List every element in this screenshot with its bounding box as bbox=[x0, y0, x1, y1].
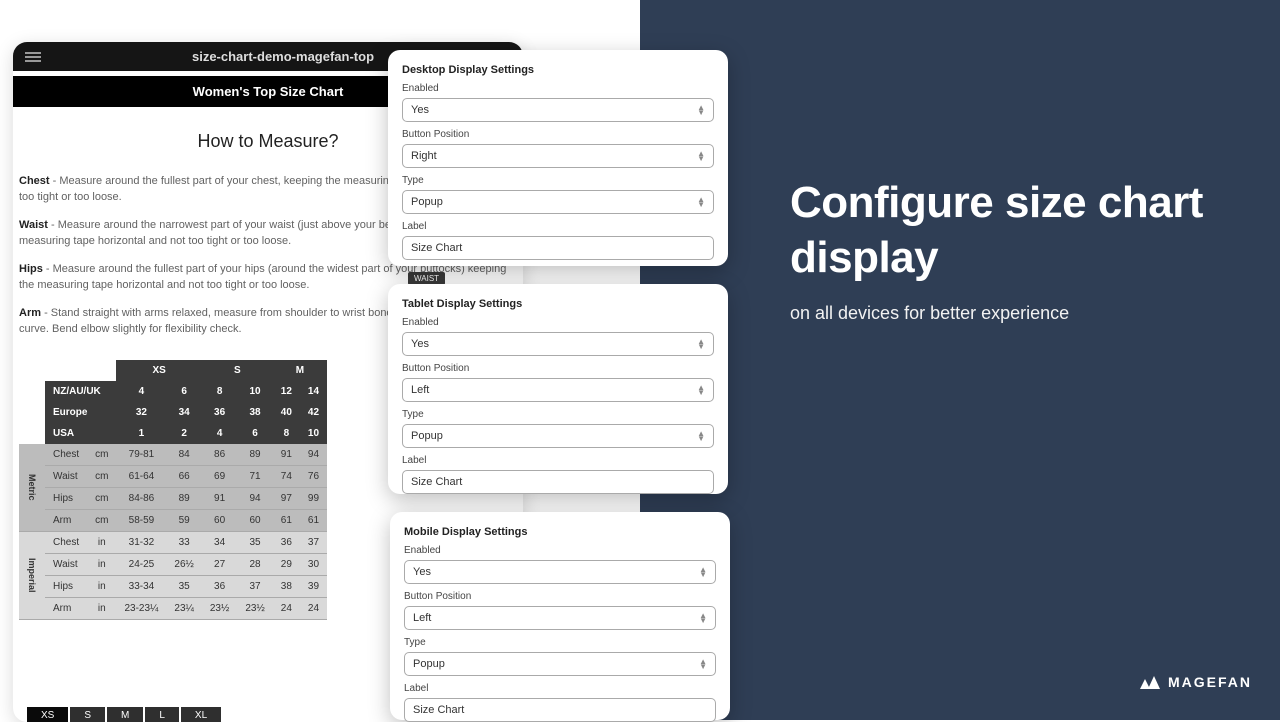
size-chart-table: XS S M NZ/AU/UK468101214 Europe323436384… bbox=[19, 360, 327, 620]
table-row: Hipscm84-868991949799 bbox=[19, 487, 327, 509]
type-select[interactable]: Popup▲▼ bbox=[402, 424, 714, 448]
chevron-updown-icon: ▲▼ bbox=[697, 385, 705, 395]
label-label: Label bbox=[402, 455, 714, 466]
hamburger-icon[interactable] bbox=[25, 52, 41, 62]
enabled-select[interactable]: Yes▲▼ bbox=[402, 98, 714, 122]
tablet-display-settings-panel: Tablet Display Settings Enabled Yes▲▼ Bu… bbox=[388, 284, 728, 494]
enabled-select[interactable]: Yes▲▼ bbox=[404, 560, 716, 584]
type-label: Type bbox=[402, 175, 714, 186]
button-position-select[interactable]: Left▲▼ bbox=[404, 606, 716, 630]
label-input[interactable]: Size Chart bbox=[404, 698, 716, 722]
type-label: Type bbox=[404, 637, 716, 648]
mobile-display-settings-panel: Mobile Display Settings Enabled Yes▲▼ Bu… bbox=[390, 512, 730, 720]
table-row: Europe323436384042 bbox=[19, 402, 327, 423]
enabled-label: Enabled bbox=[402, 317, 714, 328]
table-row: NZ/AU/UK468101214 bbox=[19, 381, 327, 402]
chevron-updown-icon: ▲▼ bbox=[697, 105, 705, 115]
button-position-label: Button Position bbox=[402, 129, 714, 140]
brand-name: MAGEFAN bbox=[1168, 674, 1252, 690]
promo-headline: Configure size chart display bbox=[790, 175, 1220, 285]
chevron-updown-icon: ▲▼ bbox=[697, 197, 705, 207]
type-select[interactable]: Popup▲▼ bbox=[402, 190, 714, 214]
chevron-updown-icon: ▲▼ bbox=[699, 613, 707, 623]
label-input[interactable]: Size Chart bbox=[402, 236, 714, 260]
button-position-label: Button Position bbox=[404, 591, 716, 602]
table-row: Waistin24-2526½27282930 bbox=[19, 553, 327, 575]
brand-logo: MAGEFAN bbox=[1140, 674, 1252, 690]
table-row: Hipsin33-343536373839 bbox=[19, 575, 327, 597]
enabled-select[interactable]: Yes▲▼ bbox=[402, 332, 714, 356]
promo-subline: on all devices for better experience bbox=[790, 303, 1220, 324]
enabled-label: Enabled bbox=[404, 545, 716, 556]
label-input[interactable]: Size Chart bbox=[402, 470, 714, 494]
chevron-updown-icon: ▲▼ bbox=[697, 431, 705, 441]
chevron-updown-icon: ▲▼ bbox=[699, 659, 707, 669]
promo-block: Configure size chart display on all devi… bbox=[790, 175, 1220, 324]
type-select[interactable]: Popup▲▼ bbox=[404, 652, 716, 676]
panel-title: Desktop Display Settings bbox=[402, 64, 714, 76]
desktop-display-settings-panel: Desktop Display Settings Enabled Yes▲▼ B… bbox=[388, 50, 728, 266]
chevron-updown-icon: ▲▼ bbox=[697, 339, 705, 349]
chevron-updown-icon: ▲▼ bbox=[699, 567, 707, 577]
button-position-select[interactable]: Left▲▼ bbox=[402, 378, 714, 402]
panel-title: Mobile Display Settings bbox=[404, 526, 716, 538]
button-position-select[interactable]: Right▲▼ bbox=[402, 144, 714, 168]
label-label: Label bbox=[404, 683, 716, 694]
table-row: ImperialChestin31-323334353637 bbox=[19, 531, 327, 553]
label-label: Label bbox=[402, 221, 714, 232]
table-row: USA1246810 bbox=[19, 423, 327, 444]
brand-mark-icon bbox=[1140, 675, 1160, 689]
background-right bbox=[640, 0, 1280, 720]
table-row: Armcm58-595960606161 bbox=[19, 509, 327, 531]
enabled-label: Enabled bbox=[402, 83, 714, 94]
chevron-updown-icon: ▲▼ bbox=[697, 151, 705, 161]
table-row: Waistcm61-646669717476 bbox=[19, 465, 327, 487]
button-position-label: Button Position bbox=[402, 363, 714, 374]
table-row: Armin23-23¼23¼23½23½2424 bbox=[19, 597, 327, 619]
panel-title: Tablet Display Settings bbox=[402, 298, 714, 310]
table-row: MetricChestcm79-818486899194 bbox=[19, 444, 327, 466]
type-label: Type bbox=[402, 409, 714, 420]
